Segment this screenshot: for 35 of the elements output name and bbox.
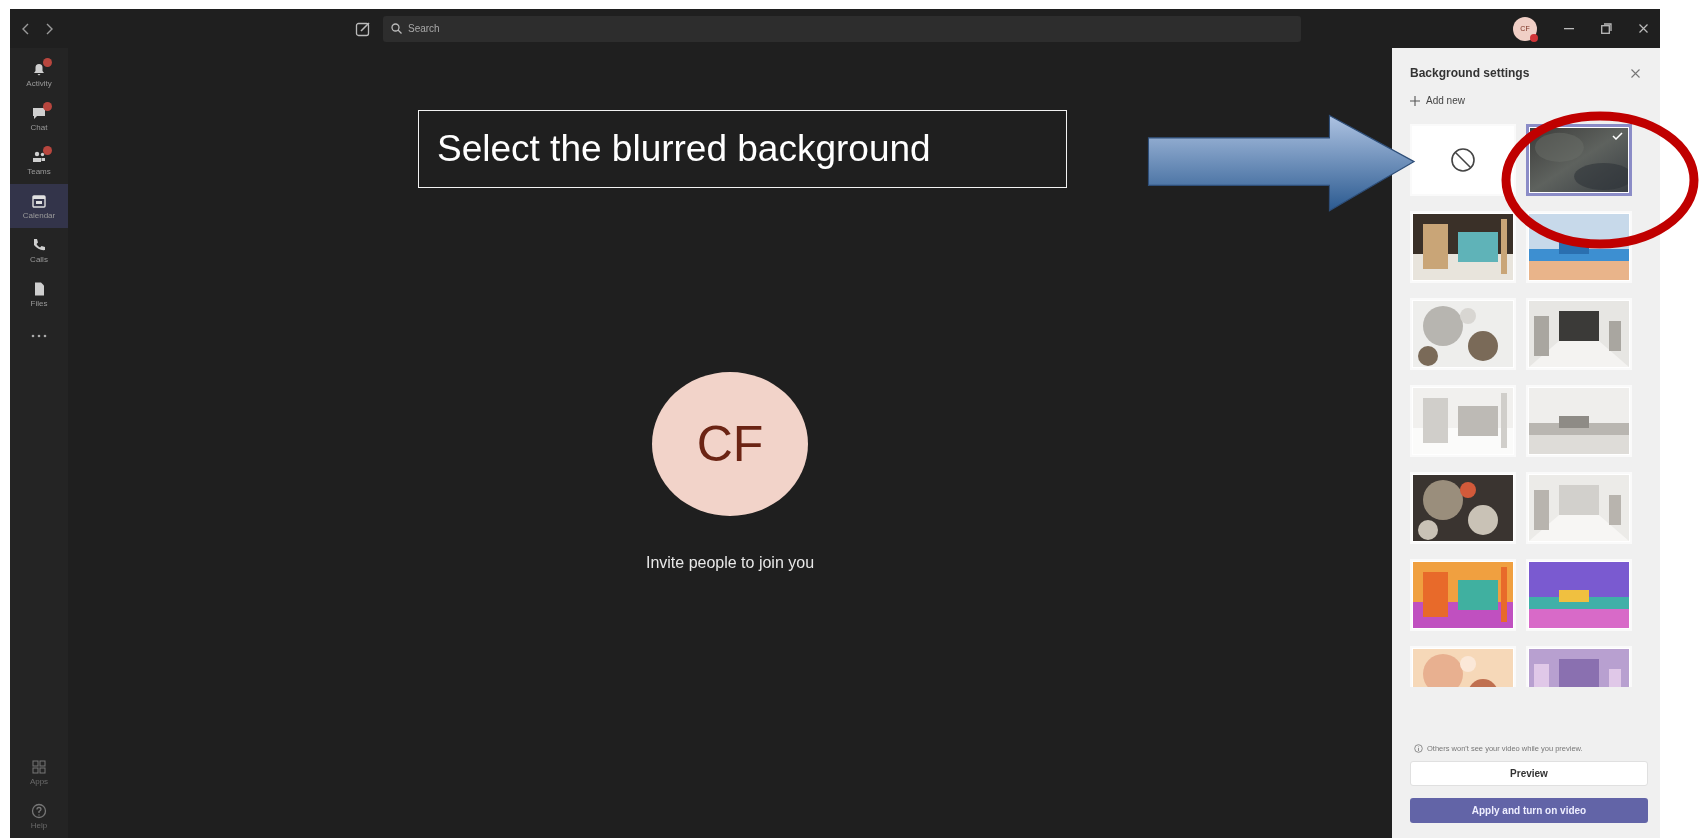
preview-button[interactable]: Preview — [1410, 761, 1648, 786]
checkmark-icon — [1612, 132, 1623, 140]
more-icon[interactable] — [31, 334, 47, 338]
apply-button[interactable]: Apply and turn on video — [1410, 798, 1648, 823]
search-icon — [391, 22, 402, 34]
invite-message: Invite people to join you — [645, 554, 815, 572]
no-entry-icon — [1450, 147, 1476, 173]
rail-item[interactable]: Calls — [10, 228, 68, 272]
status-dot — [1530, 33, 1538, 42]
phone-icon — [31, 236, 47, 253]
compose-icon[interactable] — [355, 20, 371, 37]
minimize-icon[interactable] — [1564, 27, 1574, 30]
search-field[interactable]: Search — [383, 15, 1301, 42]
user-avatar: CF — [652, 372, 808, 516]
calendar-icon — [31, 192, 47, 209]
rail-item[interactable]: Help — [10, 794, 68, 838]
plus-icon — [1410, 95, 1420, 106]
restore-icon[interactable] — [1601, 23, 1612, 34]
add-new-link[interactable]: Add new — [1410, 95, 1465, 106]
close-icon[interactable] — [1639, 24, 1648, 33]
panel-title: Background settings — [1410, 66, 1530, 80]
info-icon — [1414, 744, 1423, 753]
help-icon — [31, 802, 47, 819]
rail-item[interactable]: Apps — [10, 750, 68, 794]
rail-item[interactable]: Activity — [10, 52, 68, 96]
apps-icon — [31, 758, 47, 775]
rail-item[interactable]: Calendar — [10, 184, 68, 228]
forward-icon[interactable] — [45, 22, 53, 35]
back-icon[interactable] — [22, 22, 30, 35]
rail-item[interactable]: Chat — [10, 96, 68, 140]
callout-label: Select the blurred background — [418, 110, 1067, 188]
rail-item[interactable]: Files — [10, 272, 68, 316]
rail-item[interactable]: Teams — [10, 140, 68, 184]
close-icon[interactable] — [1631, 68, 1640, 78]
no-background-option[interactable] — [1410, 124, 1516, 196]
